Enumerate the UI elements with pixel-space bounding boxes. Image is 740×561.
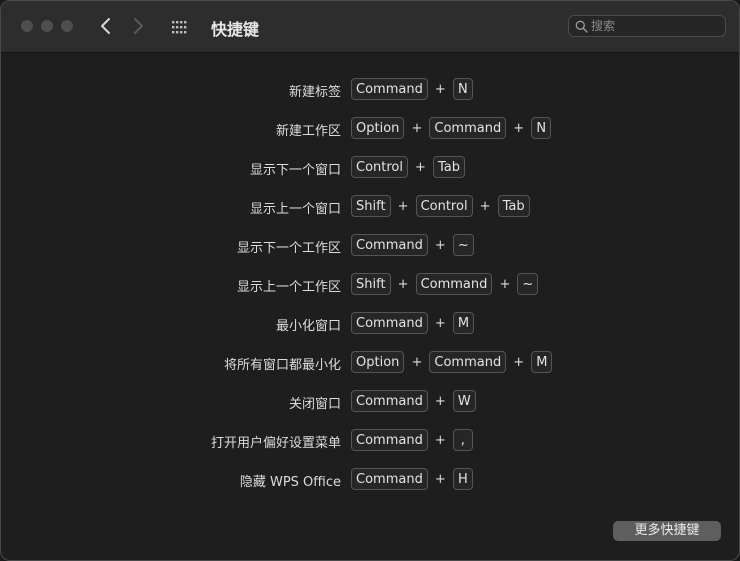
key-cap: N (452, 78, 473, 100)
grid-icon (172, 21, 187, 34)
forward-button[interactable] (126, 14, 150, 38)
shortcut-row: 显示下一个窗口 Control + Tab (1, 155, 739, 179)
shortcut-keys: Command + H (351, 467, 473, 491)
shortcut-label: 新建标签 (288, 85, 341, 100)
key-cap: Tab (497, 195, 530, 217)
plus-separator: + (434, 432, 446, 448)
plus-separator: + (513, 120, 525, 136)
shortcut-label: 隐藏 WPS Office (239, 475, 341, 490)
shortcut-list: 新建标签 Command + N 新建工作区 Option + Command + N 显示下一个窗… (1, 53, 739, 560)
chevron-left-icon (101, 18, 110, 34)
key-cap: Command (429, 351, 507, 373)
key-cap: Command (351, 468, 428, 490)
key-cap: Option (351, 351, 405, 373)
shortcut-label: 显示上一个工作区 (236, 280, 341, 295)
shortcuts-window: 快捷键 新建标签 Command + N 新建工作区 Option + Command + N 显示… (0, 0, 740, 561)
shortcut-row: 显示上一个工作区 Shift + Command + ~ (1, 272, 739, 296)
key-cap: Shift (351, 195, 391, 217)
search-input[interactable] (591, 17, 721, 35)
zoom-window-button[interactable] (61, 20, 73, 32)
shortcut-keys: Command + M (351, 311, 475, 335)
plus-separator: + (434, 315, 446, 331)
key-cap: N (531, 117, 552, 139)
shortcut-row: 将所有窗口都最小化 Option + Command + M (1, 350, 739, 374)
search-box[interactable] (568, 15, 726, 37)
shortcut-keys: Control + Tab (351, 155, 466, 179)
shortcut-keys: Command + ~ (351, 233, 474, 257)
shortcut-label: 将所有窗口都最小化 (223, 358, 341, 373)
key-cap: Command (351, 390, 428, 412)
close-window-button[interactable] (21, 20, 33, 32)
plus-separator: + (415, 159, 426, 175)
shortcut-keys: Shift + Command + ~ (351, 272, 539, 296)
key-cap: Shift (351, 273, 391, 295)
more-shortcuts-button[interactable]: 更多快捷键 (613, 521, 721, 541)
plus-separator: + (434, 81, 446, 97)
key-cap: W (452, 390, 476, 412)
shortcut-row: 打开用户偏好设置菜单 Command +, (1, 428, 739, 452)
key-cap: , (452, 429, 473, 451)
shortcut-row: 最小化窗口 Command + M (1, 311, 739, 335)
shortcut-keys: Option + Command + M (351, 350, 553, 374)
key-cap: Control (351, 156, 408, 178)
shortcut-row: 隐藏 WPS Office Command + H (1, 467, 739, 491)
shortcut-label: 最小化窗口 (275, 319, 341, 334)
key-cap: ~ (452, 234, 474, 256)
shortcut-label: 显示上一个窗口 (249, 202, 341, 217)
shortcut-label: 打开用户偏好设置菜单 (210, 436, 341, 451)
plus-separator: + (411, 120, 423, 136)
plus-separator: + (397, 276, 409, 292)
plus-separator: + (434, 237, 446, 253)
key-cap: Command (351, 78, 428, 100)
key-cap: M (531, 351, 553, 373)
shortcut-row: 新建工作区 Option + Command + N (1, 116, 739, 140)
show-all-button[interactable] (169, 17, 189, 37)
shortcut-keys: Option + Command + N (351, 116, 552, 140)
plus-separator: + (479, 198, 491, 214)
plus-separator: + (499, 276, 511, 292)
plus-separator: + (397, 198, 409, 214)
key-cap: H (452, 468, 473, 490)
shortcut-label: 显示下一个窗口 (249, 163, 341, 178)
shortcut-label: 显示下一个工作区 (236, 241, 341, 256)
key-cap: Option (351, 117, 405, 139)
shortcut-keys: Command + N (351, 77, 473, 101)
shortcut-keys: Shift + Control + Tab (351, 194, 530, 218)
search-icon (575, 20, 588, 33)
key-cap: Command (415, 273, 493, 295)
chevron-right-icon (134, 18, 143, 34)
window-title: 快捷键 (211, 20, 260, 39)
key-cap: ~ (517, 273, 539, 295)
key-cap: M (452, 312, 475, 334)
key-cap: Command (351, 312, 428, 334)
key-cap: Command (351, 234, 428, 256)
shortcut-keys: Command +, (351, 428, 473, 452)
plus-separator: + (434, 393, 446, 409)
shortcut-row: 显示下一个工作区 Command + ~ (1, 233, 739, 257)
shortcut-row: 关闭窗口 Command + W (1, 389, 739, 413)
shortcut-row: 显示上一个窗口 Shift + Control + Tab (1, 194, 739, 218)
shortcut-label: 关闭窗口 (288, 397, 341, 412)
minimize-window-button[interactable] (41, 20, 53, 32)
plus-separator: + (411, 354, 423, 370)
key-cap: Control (415, 195, 473, 217)
key-cap: Tab (433, 156, 466, 178)
plus-separator: + (513, 354, 525, 370)
shortcut-label: 新建工作区 (275, 124, 341, 139)
back-button[interactable] (94, 14, 118, 38)
shortcut-keys: Command + W (351, 389, 476, 413)
title-bar: 快捷键 (1, 1, 739, 53)
key-cap: Command (351, 429, 428, 451)
plus-separator: + (434, 471, 446, 487)
shortcut-row: 新建标签 Command + N (1, 77, 739, 101)
key-cap: Command (429, 117, 507, 139)
